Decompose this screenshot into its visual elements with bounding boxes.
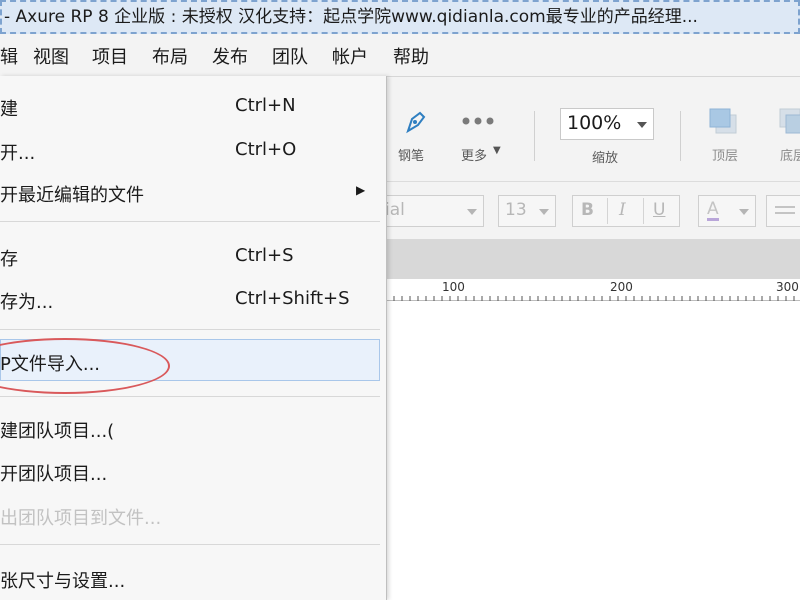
menu-separator	[0, 544, 380, 545]
align-icon	[775, 206, 795, 208]
menu-item-label: 开最近编辑的文件	[0, 185, 144, 206]
menu-item-shortcut: Ctrl+O	[235, 139, 297, 160]
menu-item-label: 开...	[0, 143, 36, 164]
menu-team[interactable]: 团队	[272, 43, 308, 69]
font-color-dropdown-icon	[739, 209, 749, 215]
divider	[643, 198, 644, 224]
pen-label: 钢笔	[398, 149, 425, 164]
menu-item-label: 建	[0, 99, 18, 120]
ruler-label: 300	[776, 280, 799, 294]
menu-item-save-as[interactable]: 存为... Ctrl+Shift+S	[0, 280, 384, 318]
menu-item-label: 开团队项目...	[0, 464, 108, 485]
send-to-back-label: 底层	[780, 149, 800, 164]
zoom-dropdown-icon	[637, 122, 647, 128]
menu-separator	[0, 396, 380, 397]
toolbar-separator	[534, 111, 535, 161]
menu-item-label: 建团队项目...(	[0, 421, 115, 442]
menu-separator	[0, 329, 380, 330]
send-to-back-icon	[779, 108, 800, 134]
zoom-label: 缩放	[592, 151, 619, 166]
more-button[interactable]: 更多 ▼	[456, 105, 506, 167]
font-size-value: 13	[505, 200, 527, 220]
zoom-value: 100%	[567, 112, 622, 134]
font-family-dropdown-icon	[467, 209, 477, 215]
main-toolbar: 钢笔 更多 ▼ 100% 缩放 顶层 底层	[386, 77, 800, 181]
bold-button[interactable]: B	[581, 200, 594, 220]
ruler-label: 200	[610, 280, 633, 294]
pen-icon	[406, 111, 426, 134]
font-color-select[interactable]: A	[698, 195, 756, 227]
font-size-dropdown-icon	[539, 209, 549, 215]
font-family-value: ial	[385, 200, 405, 220]
menu-separator	[0, 221, 380, 222]
menu-item-recent-files[interactable]: 开最近编辑的文件 ▶	[0, 173, 384, 211]
menu-bar: 辑 视图 项目 布局 发布 团队 帐户 帮助	[0, 34, 800, 77]
menu-item-label: 出团队项目到文件...	[0, 508, 162, 529]
pen-tool-button[interactable]: 钢笔	[392, 105, 436, 167]
menu-account[interactable]: 帐户	[332, 43, 368, 69]
menu-view[interactable]: 视图	[33, 43, 69, 69]
menu-item-shortcut: Ctrl+Shift+S	[235, 288, 350, 309]
menu-publish[interactable]: 发布	[212, 43, 248, 69]
file-menu-dropdown: 建 Ctrl+N 开... Ctrl+O 开最近编辑的文件 ▶ 存 Ctrl+S…	[0, 76, 387, 600]
divider	[607, 198, 608, 224]
zoom-select[interactable]: 100%	[560, 108, 654, 140]
menu-item-label: 存为...	[0, 292, 54, 313]
menu-item-label: 存	[0, 249, 18, 270]
menu-edit[interactable]: 辑	[0, 43, 18, 69]
more-label: 更多	[461, 149, 488, 164]
text-style-group: B I U	[572, 195, 680, 227]
menu-layout[interactable]: 布局	[152, 43, 188, 69]
menu-item-new-team-project[interactable]: 建团队项目...(	[0, 409, 384, 447]
align-button[interactable]	[766, 195, 800, 227]
window-title-bar: - Axure RP 8 企业版 : 未授权 汉化支持：起点学院www.qidi…	[0, 0, 800, 34]
window-title: - Axure RP 8 企业版 : 未授权 汉化支持：起点学院www.qidi…	[4, 7, 698, 27]
bring-to-front-button[interactable]: 顶层	[702, 105, 752, 167]
send-to-back-button[interactable]: 底层	[772, 105, 800, 167]
menu-item-paper-size-settings[interactable]: 张尺寸与设置...	[0, 559, 384, 597]
menu-item-save[interactable]: 存 Ctrl+S	[0, 237, 384, 275]
menu-item-export-team-project: 出团队项目到文件...	[0, 496, 384, 534]
bring-to-front-icon	[709, 108, 737, 134]
font-size-select[interactable]: 13	[498, 195, 556, 227]
menu-item-open[interactable]: 开... Ctrl+O	[0, 131, 384, 169]
menu-item-new[interactable]: 建 Ctrl+N	[0, 87, 384, 125]
bring-to-front-label: 顶层	[712, 149, 739, 164]
chevron-down-icon: ▼	[493, 145, 501, 156]
design-canvas[interactable]	[386, 301, 800, 600]
menu-project[interactable]: 项目	[92, 43, 128, 69]
font-family-select[interactable]: ial	[382, 195, 484, 227]
menu-item-open-team-project[interactable]: 开团队项目...	[0, 452, 384, 490]
menu-item-label: 张尺寸与设置...	[0, 571, 126, 592]
underline-button[interactable]: U	[653, 200, 665, 220]
horizontal-ruler: 100 200 300	[386, 279, 800, 301]
format-toolbar: ial 13 B I U A	[382, 181, 800, 240]
submenu-arrow-icon: ▶	[356, 183, 366, 197]
more-dots-icon	[462, 117, 494, 125]
page-tab-strip	[386, 239, 800, 279]
italic-button[interactable]: I	[619, 200, 626, 220]
ruler-label: 100	[442, 280, 465, 294]
menu-item-shortcut: Ctrl+S	[235, 245, 294, 266]
menu-help[interactable]: 帮助	[393, 43, 429, 69]
font-color-icon: A	[707, 199, 719, 221]
menu-item-shortcut: Ctrl+N	[235, 95, 296, 116]
toolbar-separator	[680, 111, 681, 161]
